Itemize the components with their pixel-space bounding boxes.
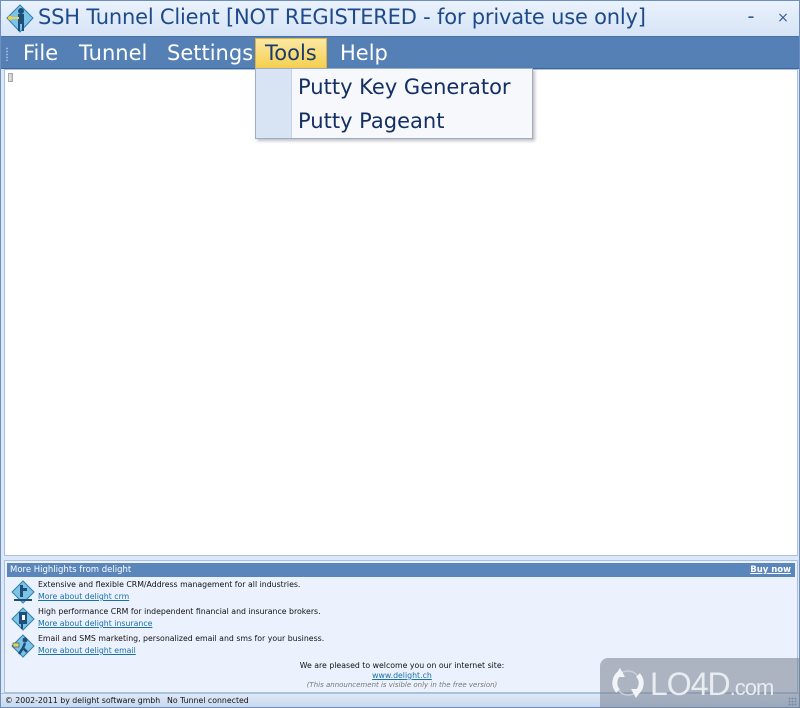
highlight-item: Extensive and flexible CRM/Address manag… <box>11 580 411 606</box>
highlights-header: More Highlights from delight Buy now <box>7 563 795 577</box>
highlight-link-crm[interactable]: More about delight crm <box>38 592 129 601</box>
tools-dropdown-menu: Putty Key Generator Putty Pageant <box>255 68 533 139</box>
highlight-item: Email and SMS marketing, personalized em… <box>11 634 411 660</box>
website-link-text[interactable]: www.delight.ch <box>372 671 432 680</box>
insurance-icon <box>11 607 35 631</box>
toolbar-grip[interactable] <box>6 47 8 61</box>
highlight-link-insurance[interactable]: More about delight insurance <box>38 619 152 628</box>
highlight-description: Email and SMS marketing, personalized em… <box>38 634 325 643</box>
watermark: LO4D.com <box>600 658 800 708</box>
tunnel-list-area[interactable] <box>4 69 798 556</box>
app-window: SSH Tunnel Client [NOT REGISTERED - for … <box>0 0 800 708</box>
menu-item-putty-pageant[interactable]: Putty Pageant <box>256 104 532 138</box>
menu-help[interactable]: Help <box>331 38 397 68</box>
splitter-handle[interactable] <box>8 73 13 82</box>
watermark-brand: LO4D <box>650 666 731 702</box>
menu-file[interactable]: File <box>14 38 67 68</box>
highlight-description: Extensive and flexible CRM/Address manag… <box>38 580 301 589</box>
menu-item-putty-key-generator[interactable]: Putty Key Generator <box>256 70 532 104</box>
menu-tunnel[interactable]: Tunnel <box>70 38 156 68</box>
menu-bar: File Tunnel Settings Tools Help <box>1 36 799 69</box>
menu-settings[interactable]: Settings <box>158 38 262 68</box>
title-bar: SSH Tunnel Client [NOT REGISTERED - for … <box>1 1 799 36</box>
close-button[interactable]: × <box>773 9 793 27</box>
status-copyright: © 2002-2011 by delight software gmbh <box>5 696 161 705</box>
menu-tools[interactable]: Tools <box>255 38 327 68</box>
crm-icon <box>11 580 35 604</box>
watermark-suffix: .com <box>729 675 775 700</box>
window-title: SSH Tunnel Client [NOT REGISTERED - for … <box>38 5 646 29</box>
email-icon <box>11 634 35 658</box>
buy-now-link[interactable]: Buy now <box>750 563 791 577</box>
app-logo-icon <box>6 4 34 33</box>
highlight-link-email[interactable]: More about delight email <box>38 646 136 655</box>
watermark-logo-icon <box>612 668 644 698</box>
minimize-button[interactable]: – <box>741 9 761 27</box>
watermark-text: LO4D.com <box>650 666 775 703</box>
highlight-item: High performance CRM for independent fin… <box>11 607 411 633</box>
status-connection: No Tunnel connected <box>167 696 249 705</box>
highlights-title: More Highlights from delight <box>10 565 132 575</box>
highlight-description: High performance CRM for independent fin… <box>38 607 321 616</box>
